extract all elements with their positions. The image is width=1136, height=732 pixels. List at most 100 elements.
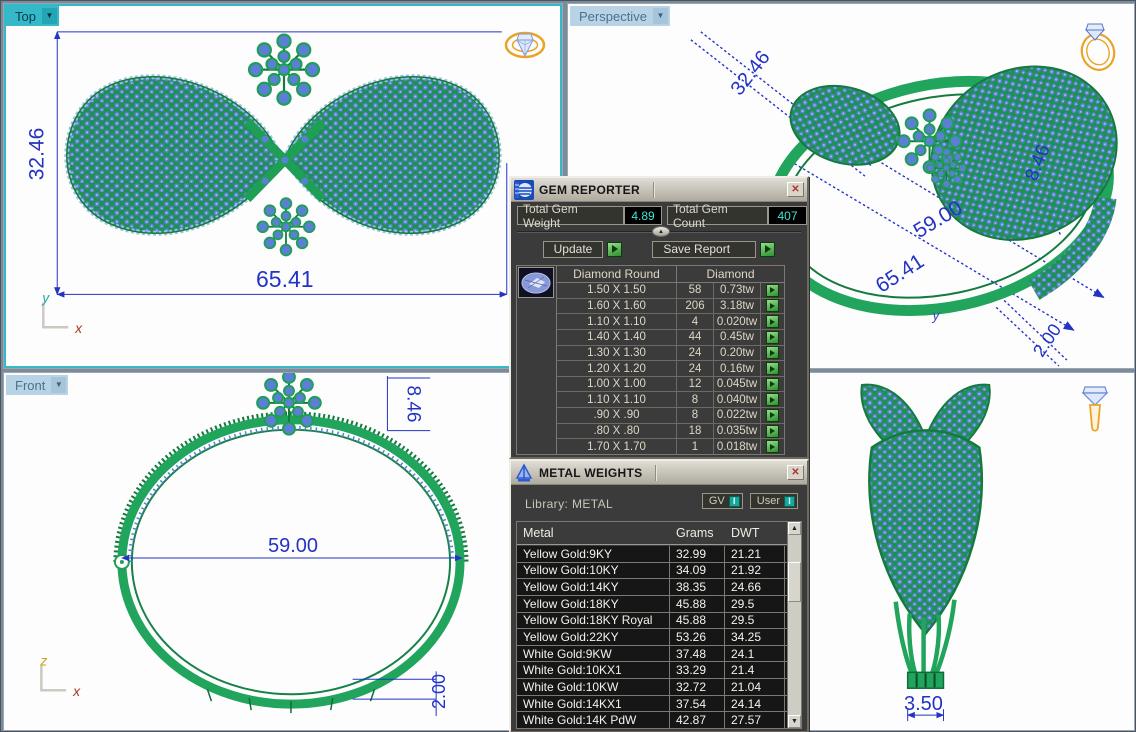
gem-row-arrow-button[interactable] bbox=[766, 409, 779, 422]
metal-table: Metal Grams DWT Yellow Gold:9KY 32.99 21… bbox=[516, 521, 802, 729]
gem-table-row[interactable]: 1.40 X 1.40 44 0.45tw bbox=[557, 330, 784, 346]
metal-table-row[interactable]: White Gold:10KW 32.72 21.04 bbox=[517, 679, 787, 696]
ring-perspective-icon bbox=[1076, 20, 1122, 74]
gem-row-arrow-button[interactable] bbox=[766, 362, 779, 375]
gem-table-row[interactable]: 1.10 X 1.10 8 0.040tw bbox=[557, 392, 784, 408]
viewport-tab-label: Top bbox=[15, 9, 36, 24]
metal-table-row[interactable]: White Gold:14KX1 37.54 24.14 bbox=[517, 696, 787, 713]
dimension-label-band-thickness: 2.00 bbox=[429, 674, 450, 709]
total-gem-weight-label: Total Gem Weight bbox=[517, 206, 624, 225]
scrollbar-thumb[interactable] bbox=[788, 562, 801, 602]
svg-text:z: z bbox=[39, 652, 47, 668]
dimension-label-diameter: 59.00 bbox=[268, 535, 318, 558]
gem-totals-row: Total Gem Weight 4.89 Total Gem Count 40… bbox=[517, 206, 807, 225]
viewport-top: y x Top ▼ 32.46 65.41 bbox=[3, 3, 563, 369]
dimension-label-width: 65.41 bbox=[256, 266, 314, 293]
save-report-button[interactable]: Save Report bbox=[652, 241, 756, 258]
gem-table-header: Diamond Round Diamond bbox=[557, 266, 784, 283]
gem-row-arrow-button[interactable] bbox=[766, 346, 779, 359]
metal-table-row[interactable]: Yellow Gold:18KY 45.88 29.5 bbox=[517, 596, 787, 613]
total-gem-weight-value: 4.89 bbox=[624, 206, 662, 225]
metal-table-row[interactable]: White Gold:10KX1 33.29 21.4 bbox=[517, 662, 787, 679]
gem-row-arrow-button[interactable] bbox=[766, 331, 779, 344]
metal-table-row[interactable]: White Gold:9KW 37.48 24.1 bbox=[517, 646, 787, 663]
metal-col-dwt: DWT bbox=[725, 526, 785, 540]
close-icon[interactable]: ✕ bbox=[787, 182, 804, 197]
collapse-button[interactable]: ▲ bbox=[652, 226, 670, 237]
axis-indicator-top: y x bbox=[41, 289, 83, 336]
metal-table-row[interactable]: White Gold:14K PdW 42.87 27.57 bbox=[517, 712, 787, 728]
gv-toggle-button[interactable]: GV I bbox=[702, 493, 743, 509]
solitaire-side-icon bbox=[1077, 379, 1115, 437]
chevron-down-icon[interactable]: ▼ bbox=[42, 8, 57, 24]
user-toggle-indicator[interactable]: I bbox=[784, 496, 795, 507]
dimension-label-shank-width: 3.50 bbox=[904, 693, 943, 716]
viewport-front: z x Front ▼ 8.46 59.00 2.00 bbox=[3, 372, 563, 731]
gem-table-row[interactable]: 1.30 X 1.30 24 0.20tw bbox=[557, 346, 784, 362]
metal-table-header: Metal Grams DWT bbox=[517, 522, 801, 545]
bangle-top-view bbox=[67, 35, 499, 256]
titlebar-divider bbox=[653, 182, 782, 198]
gem-reporter-titlebar[interactable]: GEM REPORTER ✕ bbox=[511, 178, 807, 202]
scroll-up-icon[interactable]: ▲ bbox=[788, 522, 801, 535]
gem-table-row[interactable]: 1.20 X 1.20 24 0.16tw bbox=[557, 361, 784, 377]
gem-thumbnail-cell bbox=[517, 266, 557, 454]
viewport-tab-label: Perspective bbox=[579, 9, 647, 24]
gem-table-row[interactable]: 1.50 X 1.50 58 0.73tw bbox=[557, 283, 784, 299]
metal-table-row[interactable]: Yellow Gold:9KY 32.99 21.21 bbox=[517, 546, 787, 563]
gem-table-row[interactable]: 1.10 X 1.10 4 0.020tw bbox=[557, 314, 784, 330]
gem-thumbnail-image[interactable] bbox=[518, 267, 554, 298]
bangle-side-view bbox=[861, 385, 989, 689]
gem-row-arrow-button[interactable] bbox=[766, 440, 779, 453]
update-button[interactable]: Update bbox=[543, 241, 604, 258]
gem-table-row[interactable]: 1.70 X 1.70 1 0.018tw bbox=[557, 439, 784, 454]
user-toggle-button[interactable]: User I bbox=[750, 493, 798, 509]
ring-top-icon bbox=[504, 26, 546, 64]
viewport-tab-perspective[interactable]: Perspective ▼ bbox=[570, 6, 670, 26]
gem-row-arrow-button[interactable] bbox=[766, 299, 779, 312]
gem-table-row[interactable]: .90 X .90 8 0.022tw bbox=[557, 408, 784, 424]
metal-weights-titlebar[interactable]: METAL WEIGHTS ✕ bbox=[511, 461, 807, 485]
metal-table-rows: Yellow Gold:9KY 32.99 21.21 Yellow Gold:… bbox=[517, 546, 787, 728]
total-gem-count-label: Total Gem Count bbox=[667, 206, 768, 225]
gem-buttons-row: Update Save Report bbox=[511, 240, 807, 258]
dimension-label-cluster-height: 8.46 bbox=[401, 386, 423, 423]
metal-col-metal: Metal bbox=[517, 526, 670, 540]
titlebar-divider bbox=[655, 465, 782, 481]
svg-text:x: x bbox=[72, 683, 81, 699]
chevron-down-icon[interactable]: ▼ bbox=[51, 377, 66, 393]
gem-reporter-title: GEM REPORTER bbox=[539, 183, 640, 197]
scroll-down-icon[interactable]: ▼ bbox=[788, 715, 801, 728]
top-view-canvas: y x bbox=[4, 4, 562, 368]
metal-weights-icon bbox=[514, 463, 534, 483]
gem-table-row[interactable]: 1.60 X 1.60 206 3.18tw bbox=[557, 299, 784, 315]
metal-col-grams: Grams bbox=[670, 526, 725, 540]
gem-row-arrow-button[interactable] bbox=[766, 315, 779, 328]
gem-row-arrow-button[interactable] bbox=[766, 284, 779, 297]
viewport-tab-label: Front bbox=[15, 378, 45, 393]
gem-row-arrow-button[interactable] bbox=[766, 425, 779, 438]
save-report-arrow-button[interactable] bbox=[760, 242, 775, 257]
metal-table-row[interactable]: Yellow Gold:10KY 34.09 21.92 bbox=[517, 563, 787, 580]
gem-table-row[interactable]: .80 X .80 18 0.035tw bbox=[557, 424, 784, 440]
viewport-tab-top[interactable]: Top ▼ bbox=[6, 6, 59, 26]
chevron-down-icon[interactable]: ▼ bbox=[653, 8, 668, 24]
metal-table-row[interactable]: Yellow Gold:18KY Royal 45.88 29.5 bbox=[517, 613, 787, 630]
gem-reporter-panel: GEM REPORTER ✕ Total Gem Weight 4.89 Tot… bbox=[509, 176, 809, 459]
metal-weights-title: METAL WEIGHTS bbox=[539, 466, 642, 480]
metal-weights-panel: METAL WEIGHTS ✕ Library: METAL GV I User… bbox=[509, 459, 809, 732]
update-arrow-button[interactable] bbox=[607, 242, 622, 257]
total-gem-count-value: 407 bbox=[768, 206, 807, 225]
gem-table: Diamond Round Diamond 1.50 X 1.50 58 0.7… bbox=[516, 265, 785, 455]
close-icon[interactable]: ✕ bbox=[787, 465, 804, 480]
gem-row-arrow-button[interactable] bbox=[766, 378, 779, 391]
gem-col-shape: Diamond Round bbox=[557, 266, 677, 282]
gem-table-row[interactable]: 1.00 X 1.00 12 0.045tw bbox=[557, 377, 784, 393]
metal-table-row[interactable]: Yellow Gold:14KY 38.35 24.66 bbox=[517, 579, 787, 596]
gem-row-arrow-button[interactable] bbox=[766, 393, 779, 406]
cad-application-window: y x Top ▼ 32.46 65.41 bbox=[0, 0, 1136, 732]
viewport-tab-front[interactable]: Front ▼ bbox=[6, 375, 68, 395]
metal-table-scrollbar[interactable]: ▲ ▼ bbox=[787, 522, 801, 728]
metal-table-row[interactable]: Yellow Gold:22KY 53.26 34.25 bbox=[517, 629, 787, 646]
gv-toggle-indicator[interactable]: I bbox=[729, 496, 740, 507]
